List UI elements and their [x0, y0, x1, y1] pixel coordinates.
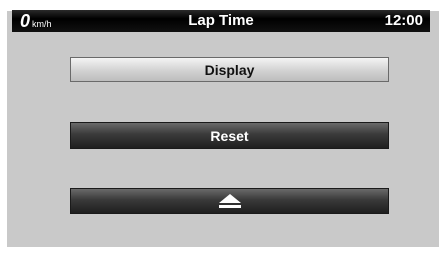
- clock: 12:00: [384, 12, 423, 29]
- reset-button[interactable]: Reset: [70, 122, 389, 149]
- eject-button[interactable]: [70, 188, 389, 214]
- eject-icon: [218, 194, 241, 208]
- display-button-label: Display: [204, 61, 255, 78]
- display-button[interactable]: Display: [70, 57, 389, 82]
- page-title: Lap Time: [188, 12, 254, 29]
- reset-button-label: Reset: [210, 127, 249, 144]
- status-bar: 0 km/h Lap Time 12:00: [12, 10, 430, 32]
